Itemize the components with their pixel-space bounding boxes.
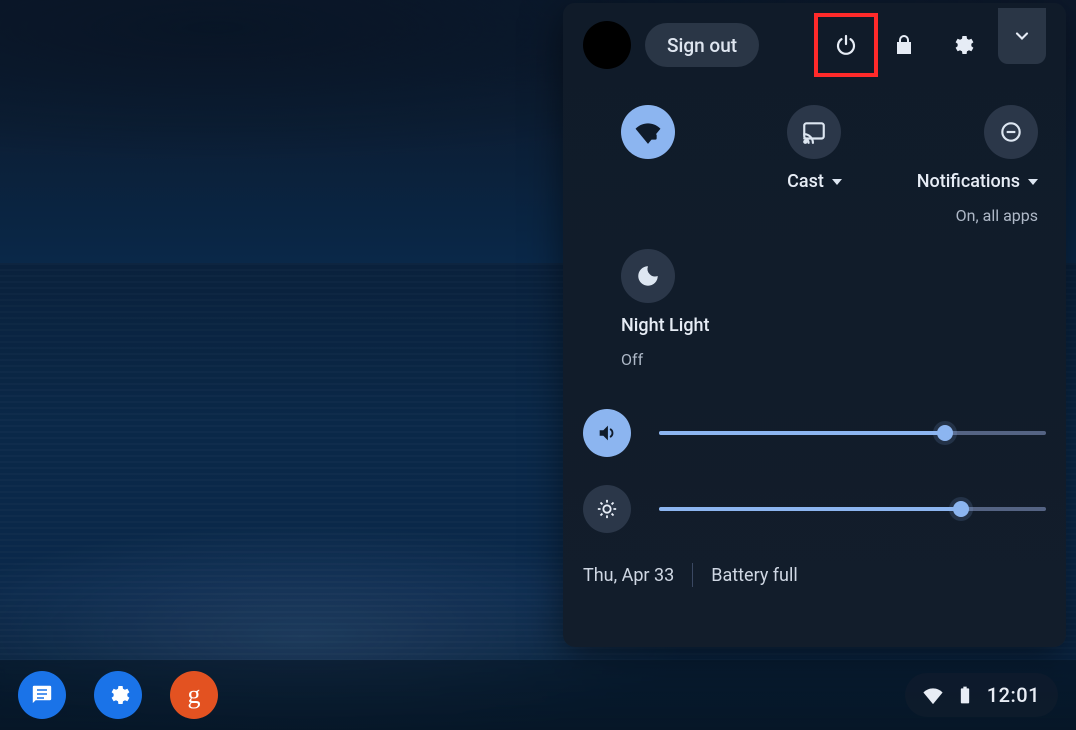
battery-status: Battery full [711, 565, 798, 586]
caret-down-icon [1028, 179, 1038, 185]
brightness-icon[interactable] [583, 485, 631, 533]
night-light-label: Night Light [621, 315, 710, 336]
night-light-toggle[interactable]: Night Light Off [583, 249, 727, 369]
brightness-slider[interactable] [659, 507, 1046, 511]
status-tray[interactable]: 12:01 [905, 673, 1058, 717]
collapse-panel-button[interactable] [998, 8, 1046, 64]
panel-header: Sign out [583, 21, 1046, 69]
cast-toggle[interactable]: Cast [743, 105, 887, 225]
notifications-label: Notifications [917, 171, 1020, 192]
wifi-icon [621, 105, 675, 159]
gear-icon [106, 683, 130, 707]
chevron-down-icon [1012, 26, 1032, 46]
settings-app[interactable] [94, 671, 142, 719]
lock-button[interactable] [882, 23, 926, 67]
quick-settings-panel: Sign out [563, 3, 1066, 647]
caret-down-icon [832, 179, 842, 185]
brightness-row [583, 485, 1046, 533]
battery-status-icon [955, 685, 975, 705]
night-light-sub: Off [621, 350, 643, 369]
panel-footer: Thu, Apr 33 Battery full [583, 563, 1046, 587]
volume-icon[interactable] [583, 409, 631, 457]
notifications-toggle[interactable]: Notifications On, all apps [902, 105, 1046, 225]
volume-row [583, 409, 1046, 457]
settings-button[interactable] [940, 23, 984, 67]
panel-date: Thu, Apr 33 [583, 565, 674, 586]
notifications-sub: On, all apps [956, 206, 1038, 225]
do-not-disturb-icon [984, 105, 1038, 159]
power-icon [834, 33, 858, 57]
gear-icon [950, 33, 974, 57]
night-light-icon [621, 249, 675, 303]
shelf: g 12:01 [0, 660, 1076, 730]
lock-icon [892, 33, 916, 57]
quick-toggles-row-1: Cast Notifications On, all apps [583, 105, 1046, 225]
clock-time: 12:01 [987, 683, 1040, 707]
sign-out-button[interactable]: Sign out [645, 23, 759, 67]
cast-label: Cast [787, 171, 824, 192]
app-g[interactable]: g [170, 671, 218, 719]
messages-app[interactable] [18, 671, 66, 719]
network-toggle[interactable] [583, 105, 727, 225]
chat-icon [30, 683, 54, 707]
volume-slider[interactable] [659, 431, 1046, 435]
cast-icon [787, 105, 841, 159]
quick-toggles-row-2: Night Light Off [583, 249, 1046, 369]
sliders [583, 409, 1046, 533]
shelf-apps: g [18, 671, 218, 719]
letter-g-icon: g [188, 680, 201, 710]
divider [692, 563, 693, 587]
wifi-status-icon [923, 685, 943, 705]
avatar[interactable] [583, 21, 631, 69]
power-button[interactable] [824, 23, 868, 67]
